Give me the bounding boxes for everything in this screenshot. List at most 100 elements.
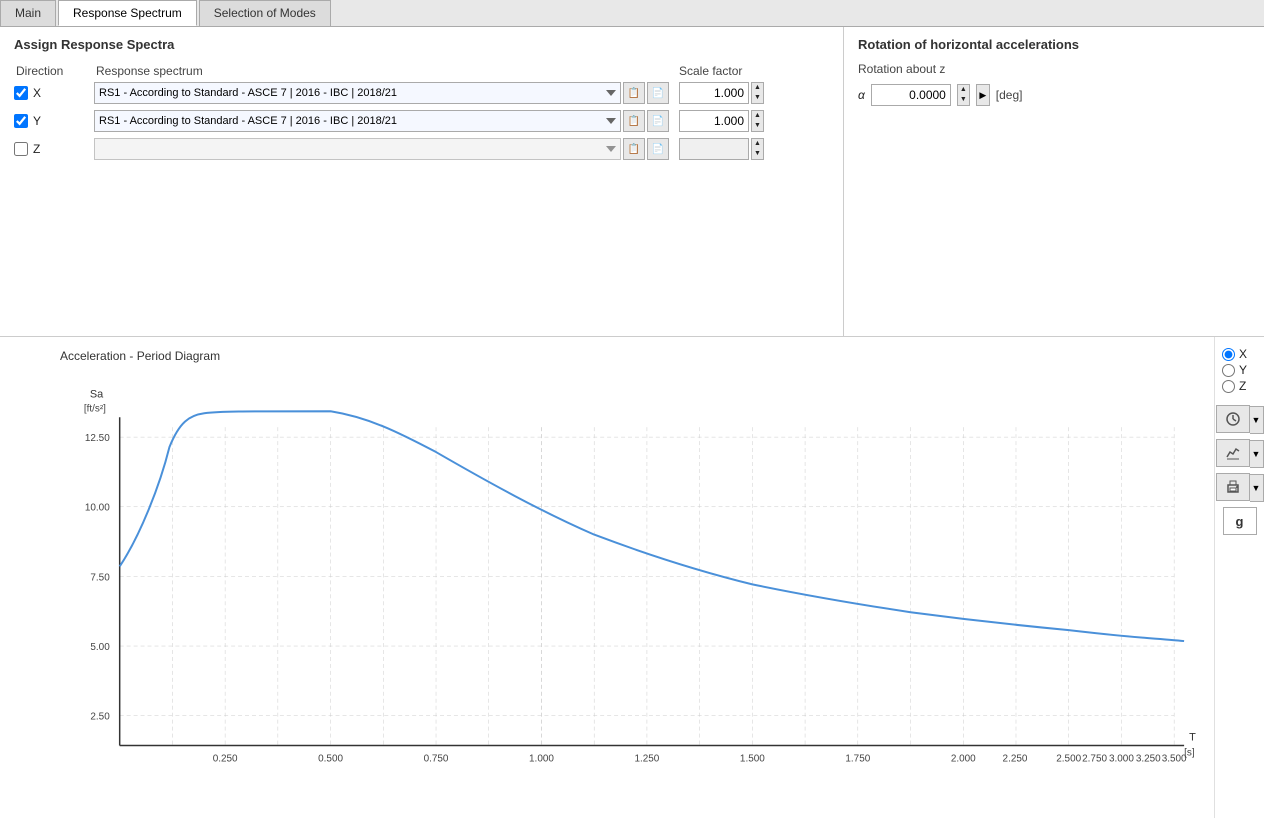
print-dropdown[interactable]: ▼ — [1250, 474, 1264, 502]
direction-y-cell: Y — [14, 114, 94, 128]
spectrum-add-x[interactable]: 📋 — [623, 82, 645, 104]
spectrum-select-y[interactable]: RS1 - According to Standard - ASCE 7 | 2… — [94, 110, 621, 132]
x-tick: 0.750 — [424, 753, 449, 764]
spectrum-add-y[interactable]: 📋 — [623, 110, 645, 132]
chart-area: Acceleration - Period Diagram Sa [ft/s²]… — [0, 337, 1214, 818]
assign-title: Assign Response Spectra — [14, 37, 829, 52]
x-tick: 3.250 — [1136, 753, 1161, 764]
scale-input-x[interactable] — [679, 82, 749, 104]
y-tick: 2.50 — [90, 712, 110, 723]
rotation-spin-up[interactable]: ▲ — [958, 85, 969, 95]
header-spectrum: Response spectrum — [96, 64, 669, 78]
x-tick: 2.250 — [1003, 753, 1028, 764]
spectrum-select-x[interactable]: RS1 - According to Standard - ASCE 7 | 2… — [94, 82, 621, 104]
radio-y-label: Y — [1239, 363, 1247, 377]
table-row: Y RS1 - According to Standard - ASCE 7 |… — [14, 110, 829, 132]
x-tick: 1.000 — [529, 753, 554, 764]
tab-main[interactable]: Main — [0, 0, 56, 26]
x-tick: 1.250 — [634, 753, 659, 764]
rotation-section: Rotation of horizontal accelerations Rot… — [844, 27, 1264, 336]
g-icon: g — [1236, 514, 1244, 529]
spectrum-y-cell: RS1 - According to Standard - ASCE 7 | 2… — [94, 110, 669, 132]
btn-row-print: ▼ — [1216, 473, 1264, 503]
chart-settings-button[interactable] — [1216, 439, 1250, 467]
chart-title: Acceleration - Period Diagram — [60, 349, 1204, 363]
y-axis-label: Sa — [90, 388, 104, 400]
bottom-panel: Acceleration - Period Diagram Sa [ft/s²]… — [0, 337, 1264, 818]
tab-bar: Main Response Spectrum Selection of Mode… — [0, 0, 1264, 27]
checkbox-z[interactable] — [14, 142, 28, 156]
scale-spin-z: ▲ ▼ — [751, 138, 764, 160]
header-direction: Direction — [16, 64, 96, 78]
spectrum-select-z — [94, 138, 621, 160]
rotation-input[interactable] — [871, 84, 951, 106]
clock-dropdown[interactable]: ▼ — [1250, 406, 1264, 434]
print-icon — [1225, 479, 1241, 495]
y-tick: 7.50 — [90, 572, 110, 583]
x-axis-label: T — [1189, 732, 1196, 744]
chart-settings-dropdown[interactable]: ▼ — [1250, 440, 1264, 468]
x-tick: 2.000 — [951, 753, 976, 764]
spectrum-add-z[interactable]: 📋 — [623, 138, 645, 160]
assign-section: Assign Response Spectra Direction Respon… — [0, 27, 844, 336]
spectrum-curve — [120, 411, 1184, 641]
spectrum-x-cell: RS1 - According to Standard - ASCE 7 | 2… — [94, 82, 669, 104]
header-scale: Scale factor — [669, 64, 829, 78]
spin-up-y[interactable]: ▲ — [752, 111, 763, 121]
radio-z-input[interactable] — [1222, 380, 1235, 393]
rotation-row: α ▲ ▼ ▶ [deg] — [858, 84, 1250, 106]
y-tick: 5.00 — [90, 642, 110, 653]
chart-controls: X Y Z ▼ — [1214, 337, 1264, 818]
scale-spin-x[interactable]: ▲ ▼ — [751, 82, 764, 104]
direction-x-cell: X — [14, 86, 94, 100]
radio-x-input[interactable] — [1222, 348, 1235, 361]
direction-z-cell: Z — [14, 142, 94, 156]
rotation-subtitle: Rotation about z — [858, 62, 1250, 76]
checkbox-y[interactable] — [14, 114, 28, 128]
radio-y-input[interactable] — [1222, 364, 1235, 377]
spectrum-edit-y[interactable]: 📄 — [647, 110, 669, 132]
radio-z[interactable]: Z — [1222, 379, 1246, 393]
tab-selection-modes[interactable]: Selection of Modes — [199, 0, 331, 26]
axis-radio-group: X Y Z — [1220, 347, 1259, 393]
scale-y-cell: ▲ ▼ — [669, 110, 829, 132]
y-axis-unit: [ft/s²] — [84, 403, 106, 414]
chart-container: Sa [ft/s²] 2.50 5.00 7.50 10.00 12.50 — [60, 367, 1204, 786]
alpha-label: α — [858, 88, 865, 102]
x-tick: 0.500 — [318, 753, 343, 764]
scale-spin-y[interactable]: ▲ ▼ — [751, 110, 764, 132]
x-axis-unit: [s] — [1184, 747, 1195, 758]
x-tick: 0.250 — [213, 753, 238, 764]
spectrum-edit-x[interactable]: 📄 — [647, 82, 669, 104]
x-tick: 2.750 — [1082, 753, 1107, 764]
spin-down-x[interactable]: ▼ — [752, 93, 763, 103]
rotation-title: Rotation of horizontal accelerations — [858, 37, 1250, 52]
table-row: Z 📋 📄 ▲ ▼ — [14, 138, 829, 160]
y-tick: 10.00 — [85, 503, 110, 514]
scale-x-cell: ▲ ▼ — [669, 82, 829, 104]
g-button[interactable]: g — [1223, 507, 1257, 535]
print-button[interactable] — [1216, 473, 1250, 501]
scale-input-y[interactable] — [679, 110, 749, 132]
tab-response-spectrum[interactable]: Response Spectrum — [58, 0, 197, 26]
spin-up-x[interactable]: ▲ — [752, 83, 763, 93]
scale-z-cell: ▲ ▼ — [669, 138, 829, 160]
spin-down-y[interactable]: ▼ — [752, 121, 763, 131]
radio-x[interactable]: X — [1222, 347, 1247, 361]
x-tick: 3.000 — [1109, 753, 1134, 764]
checkbox-x[interactable] — [14, 86, 28, 100]
rotation-arrow-btn[interactable]: ▶ — [976, 84, 990, 106]
spectrum-z-cell: 📋 📄 — [94, 138, 669, 160]
clock-button[interactable] — [1216, 405, 1250, 433]
chart-settings-icon — [1225, 445, 1241, 461]
rotation-spin[interactable]: ▲ ▼ — [957, 84, 970, 106]
label-z: Z — [33, 142, 40, 156]
table-row: X RS1 - According to Standard - ASCE 7 |… — [14, 82, 829, 104]
radio-z-label: Z — [1239, 379, 1246, 393]
btn-row-clock: ▼ — [1216, 405, 1264, 435]
label-y: Y — [33, 114, 41, 128]
rotation-spin-down[interactable]: ▼ — [958, 95, 969, 105]
spectrum-edit-z[interactable]: 📄 — [647, 138, 669, 160]
radio-y[interactable]: Y — [1222, 363, 1247, 377]
chart-svg: Sa [ft/s²] 2.50 5.00 7.50 10.00 12.50 — [60, 367, 1204, 786]
